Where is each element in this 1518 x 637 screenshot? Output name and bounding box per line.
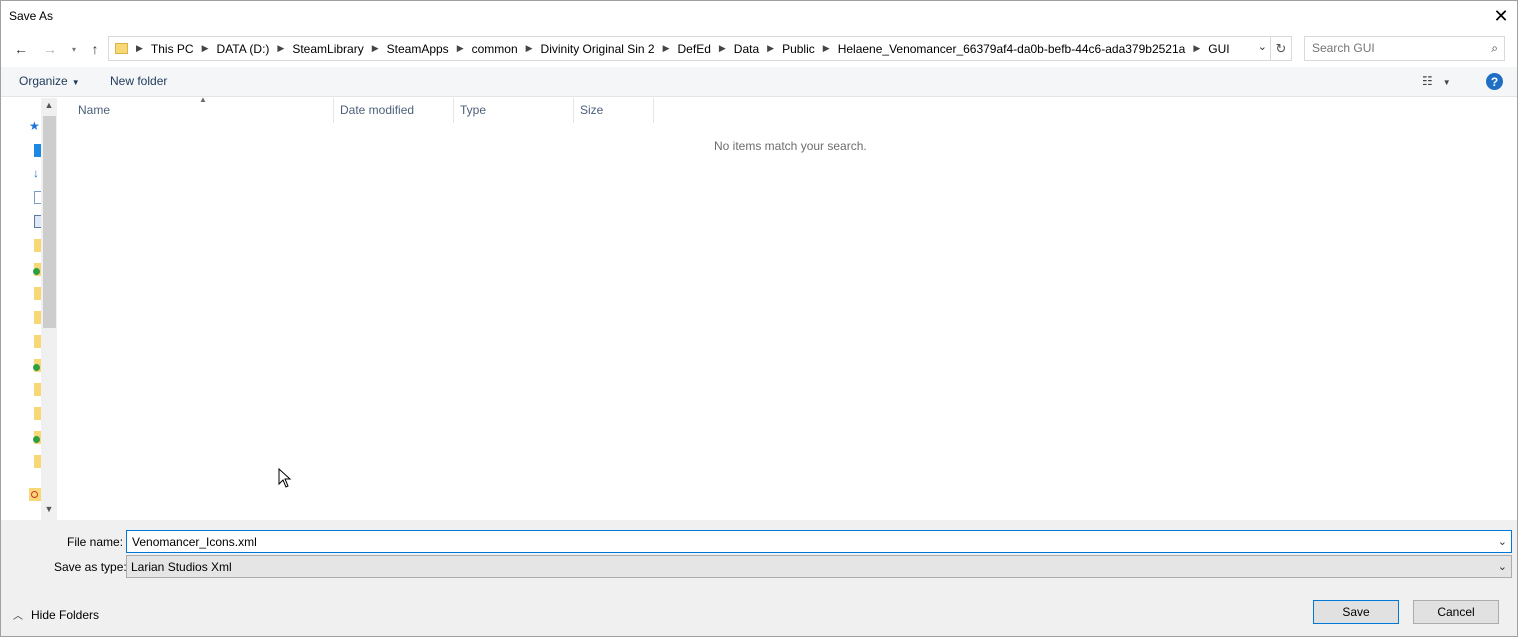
- breadcrumb-divinity[interactable]: Divinity Original Sin 2: [541, 42, 655, 56]
- command-bar: Organize ▼ New folder ☷ ▼ ?: [1, 67, 1517, 97]
- scrollbar-thumb[interactable]: [43, 116, 56, 328]
- navigation-pane: ★ ↓ ▲ ▼: [1, 98, 58, 520]
- details-view-icon: ☷: [1422, 74, 1433, 88]
- title-bar: Save As ✕: [1, 1, 1517, 32]
- file-name-label: File name:: [67, 535, 124, 549]
- file-list: Name ▲ Date modified Type Size No items …: [58, 95, 1517, 520]
- search-box[interactable]: ⌕: [1304, 36, 1505, 61]
- cancel-button[interactable]: Cancel: [1413, 600, 1499, 624]
- hide-folders-button[interactable]: ︿ Hide Folders: [13, 607, 100, 623]
- organize-button[interactable]: Organize ▼: [19, 74, 80, 88]
- address-bar[interactable]: ▶ This PC ▶ DATA (D:) ▶ SteamLibrary ▶ S…: [108, 36, 1271, 61]
- column-header-size[interactable]: Size: [574, 98, 654, 123]
- breadcrumb-this-pc[interactable]: This PC: [151, 42, 194, 56]
- creative-cloud-folder-icon[interactable]: [29, 488, 41, 501]
- save-as-type-value: Larian Studios Xml: [131, 559, 232, 574]
- recent-locations-icon[interactable]: ▾: [64, 38, 84, 60]
- new-folder-button[interactable]: New folder: [110, 74, 167, 88]
- address-dropdown-icon[interactable]: ⌄: [1258, 40, 1267, 53]
- save-as-type-select[interactable]: Larian Studios Xml ⌄: [126, 555, 1512, 578]
- column-header-date-modified[interactable]: Date modified: [334, 98, 454, 123]
- save-as-type-label: Save as type:: [54, 560, 127, 574]
- column-header-type[interactable]: Type: [454, 98, 574, 123]
- hide-folders-label: Hide Folders: [31, 607, 100, 622]
- search-input[interactable]: [1312, 37, 1482, 59]
- nav-scrollbar[interactable]: ▲ ▼: [41, 98, 57, 520]
- sort-ascending-icon: ▲: [199, 95, 207, 104]
- breadcrumb-gui[interactable]: GUI: [1208, 42, 1229, 56]
- save-as-dialog: Save As ✕ ← → ▾ ↑ ▶ This PC ▶ DATA (D:) …: [0, 0, 1518, 637]
- breadcrumb-data[interactable]: Data: [734, 42, 759, 56]
- window-title: Save As: [9, 9, 54, 23]
- file-name-field[interactable]: ⌄: [126, 530, 1512, 553]
- folder-icon: [115, 43, 128, 54]
- empty-message: No items match your search.: [714, 139, 867, 153]
- search-icon[interactable]: ⌕: [1491, 41, 1498, 56]
- up-arrow-icon[interactable]: ↑: [85, 38, 105, 60]
- change-view-button[interactable]: ☷ ▼: [1422, 74, 1451, 88]
- help-icon[interactable]: ?: [1486, 73, 1503, 90]
- chevron-up-icon: ︿: [13, 611, 23, 622]
- breadcrumb-steamapps[interactable]: SteamApps: [387, 42, 449, 56]
- scroll-up-icon[interactable]: ▲: [41, 100, 57, 114]
- scroll-down-icon[interactable]: ▼: [41, 504, 57, 518]
- breadcrumb-common[interactable]: common: [472, 42, 518, 56]
- close-icon[interactable]: ✕: [1485, 1, 1517, 32]
- chevron-down-icon: ▼: [1442, 78, 1451, 87]
- save-panel: File name: ⌄ Save as type: Larian Studio…: [1, 520, 1517, 636]
- back-arrow-icon[interactable]: ←: [11, 38, 31, 60]
- save-button[interactable]: Save: [1313, 600, 1399, 624]
- breadcrumb-steamlibrary[interactable]: SteamLibrary: [292, 42, 363, 56]
- chevron-down-icon[interactable]: ⌄: [1498, 560, 1507, 573]
- chevron-down-icon: ▼: [71, 78, 80, 87]
- mouse-pointer-icon: [278, 468, 292, 488]
- refresh-icon[interactable]: ↻: [1271, 36, 1292, 61]
- chevron-down-icon[interactable]: ⌄: [1498, 535, 1507, 548]
- address-row: ← → ▾ ↑ ▶ This PC ▶ DATA (D:) ▶ SteamLib…: [1, 34, 1517, 64]
- breadcrumb-mod-folder[interactable]: Helaene_Venomancer_66379af4-da0b-befb-44…: [838, 42, 1186, 56]
- breadcrumb-public[interactable]: Public: [782, 42, 815, 56]
- file-name-input[interactable]: [132, 534, 1482, 549]
- breadcrumb-data-drive[interactable]: DATA (D:): [217, 42, 270, 56]
- quick-access-star-icon[interactable]: ★: [29, 119, 40, 133]
- breadcrumb-defed[interactable]: DefEd: [678, 42, 711, 56]
- forward-arrow-icon[interactable]: →: [40, 38, 60, 60]
